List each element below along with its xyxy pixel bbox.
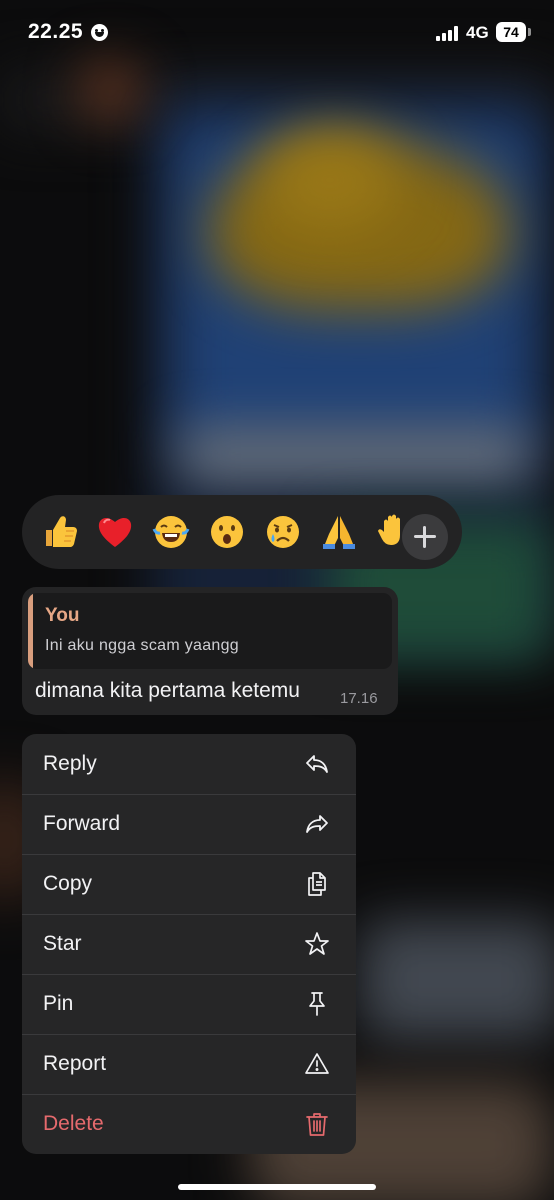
home-indicator[interactable] [178, 1184, 376, 1190]
status-bar: 22.25 4G 74 [0, 0, 554, 66]
thumbs-up-icon[interactable] [38, 510, 82, 554]
star-icon [304, 931, 330, 957]
network-type: 4G [466, 23, 489, 42]
reply-icon [304, 751, 330, 777]
status-time: 22.25 [28, 20, 84, 43]
joy-emoji-icon[interactable] [149, 510, 193, 554]
menu-item-report[interactable]: Report [22, 1034, 356, 1095]
screen: 22.25 4G 74 You Ini aku ngga scam yaangg… [0, 0, 554, 1200]
menu-item-pin[interactable]: Pin [22, 974, 356, 1035]
menu-item-label: Delete [43, 1112, 104, 1135]
warning-icon [304, 1051, 330, 1077]
trash-icon [304, 1111, 330, 1137]
quoted-message[interactable]: You Ini aku ngga scam yaangg [28, 593, 392, 669]
crying-emoji-icon[interactable] [261, 510, 305, 554]
menu-item-label: Reply [43, 752, 97, 775]
signal-icon [436, 26, 458, 41]
menu-item-delete[interactable]: Delete [22, 1094, 356, 1154]
menu-item-label: Star [43, 932, 82, 955]
menu-item-label: Pin [43, 992, 74, 1015]
message-bubble[interactable]: You Ini aku ngga scam yaangg dimana kita… [22, 587, 398, 715]
quote-author: You [45, 605, 80, 626]
copy-icon [304, 871, 330, 897]
astonished-emoji-icon[interactable] [205, 510, 249, 554]
context-menu: Reply Forward Copy Star Pin Report Delet… [22, 734, 356, 1154]
menu-item-copy[interactable]: Copy [22, 854, 356, 915]
folded-hands-icon[interactable] [317, 510, 361, 554]
quote-text: Ini aku ngga scam yaangg [45, 637, 239, 654]
forward-icon [304, 811, 330, 837]
battery-icon: 74 [496, 22, 526, 42]
quote-accent-bar [28, 593, 33, 669]
battery-tip [528, 28, 531, 36]
menu-item-star[interactable]: Star [22, 914, 356, 975]
menu-item-forward[interactable]: Forward [22, 794, 356, 855]
menu-item-label: Copy [43, 872, 93, 895]
menu-item-label: Report [43, 1052, 107, 1075]
menu-item-label: Forward [43, 812, 121, 835]
more-reactions-plus-icon[interactable] [402, 514, 448, 560]
smiley-status-icon [91, 24, 108, 41]
heart-icon[interactable] [93, 510, 137, 554]
message-text: dimana kita pertama ketemu [35, 679, 300, 702]
message-timestamp: 17.16 [340, 690, 378, 707]
menu-item-reply[interactable]: Reply [22, 734, 356, 795]
pin-icon [304, 991, 330, 1017]
reaction-bar [22, 495, 462, 569]
